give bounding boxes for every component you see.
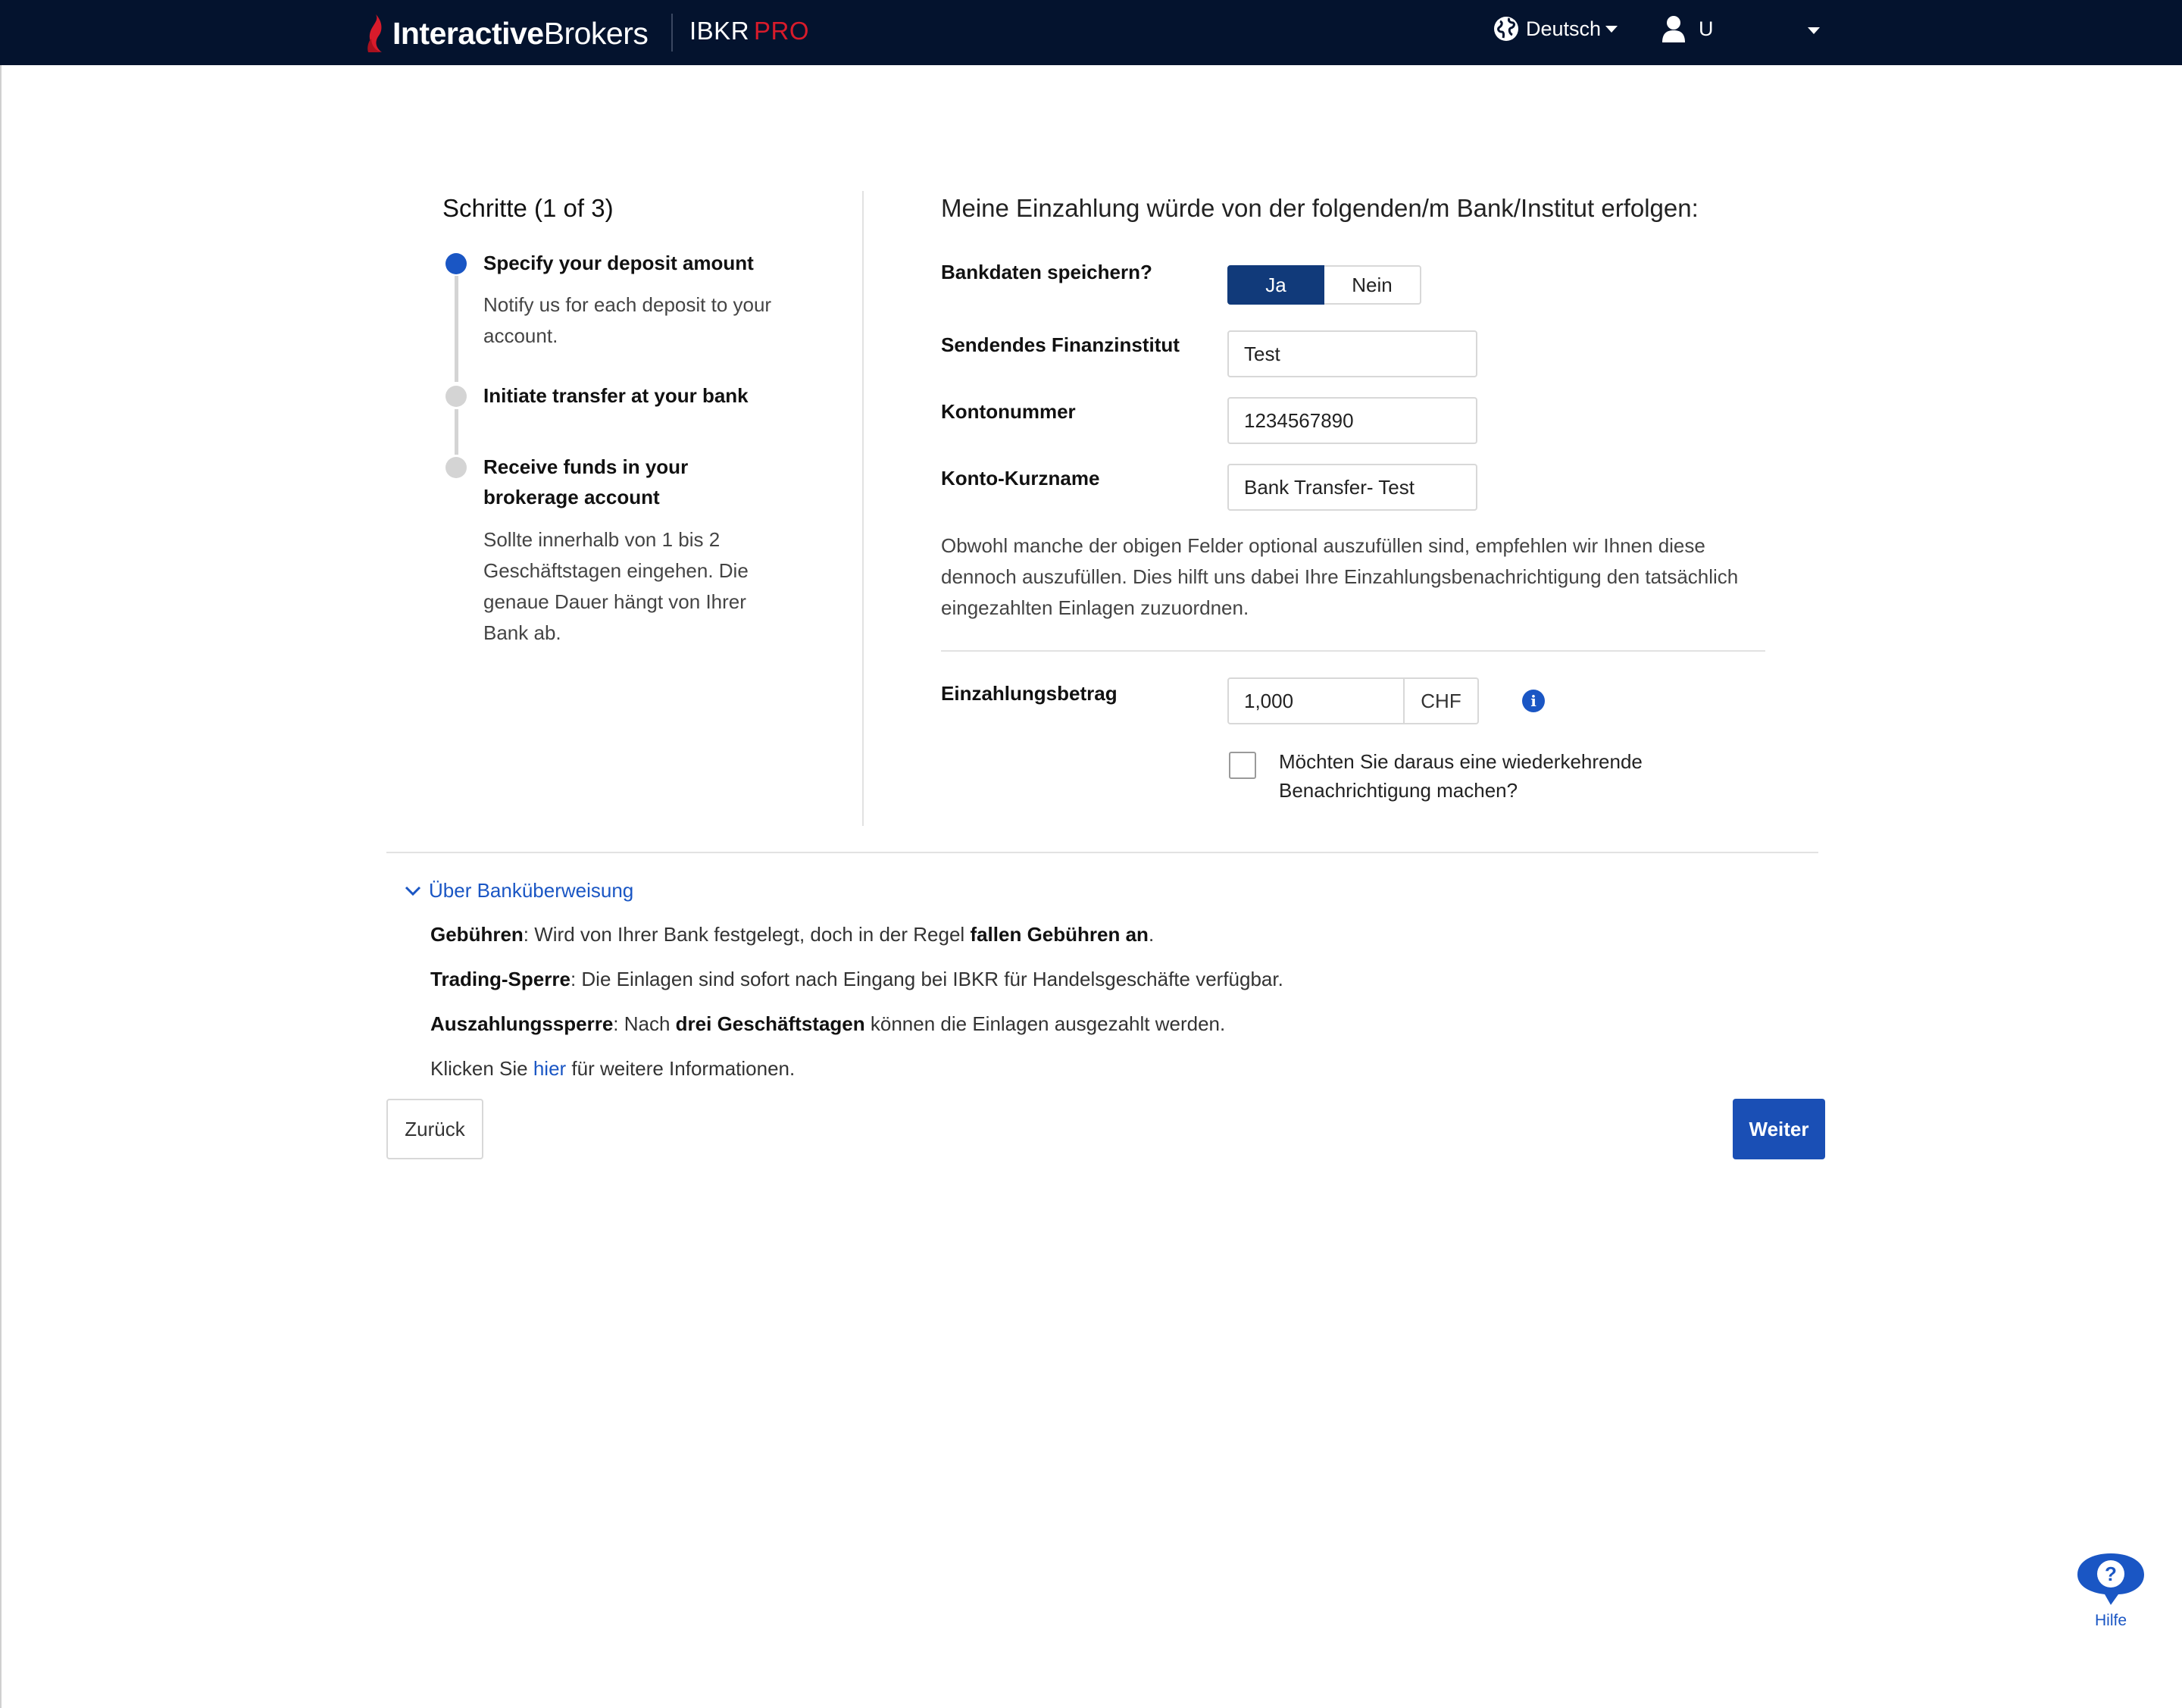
save-bank-toggle: Ja Nein: [1227, 265, 1421, 305]
step-connector: [455, 409, 458, 455]
about-bank-transfer-toggle[interactable]: Über Banküberweisung: [405, 879, 633, 902]
deposit-amount-label: Einzahlungsbetrag: [941, 682, 1118, 705]
chevron-down-icon: [405, 886, 421, 896]
back-button[interactable]: Zurück: [386, 1099, 483, 1159]
user-menu[interactable]: U: [1661, 15, 1714, 42]
language-label: Deutsch: [1526, 17, 1602, 40]
about-toggle-label: Über Banküberweisung: [429, 879, 634, 902]
column-divider: [862, 191, 864, 826]
next-button[interactable]: Weiter: [1733, 1099, 1825, 1159]
step-2-title: Initiate transfer at your bank: [483, 384, 749, 407]
info-icon[interactable]: i: [1522, 690, 1545, 712]
recurring-label[interactable]: Möchten Sie daraus eine wiederkehrende B…: [1279, 747, 1703, 805]
user-label: U: [1699, 17, 1714, 40]
step-1-title: Specify your deposit amount: [483, 252, 754, 274]
step-2-indicator: [445, 386, 467, 407]
recurring-checkbox[interactable]: [1229, 752, 1256, 779]
fees-line: Gebühren: Wird von Ihrer Bank festgelegt…: [430, 923, 1155, 946]
institution-input[interactable]: Test: [1227, 330, 1477, 377]
account-shortname-input[interactable]: Bank Transfer- Test: [1227, 464, 1477, 511]
chevron-down-icon: [1605, 25, 1618, 33]
section-divider: [386, 852, 1818, 853]
step-1-indicator: [445, 253, 467, 274]
steps-title: Schritte (1 of 3): [442, 194, 614, 222]
trading-lock-line: Trading-Sperre: Die Einlagen sind sofort…: [430, 968, 1283, 990]
more-info-link[interactable]: hier: [533, 1057, 566, 1080]
user-icon: [1662, 16, 1685, 42]
institution-label: Sendendes Finanzinstitut: [941, 333, 1180, 356]
user-menu-chevron-icon[interactable]: [1808, 27, 1820, 34]
deposit-amount-group: 1,000 CHF: [1227, 677, 1479, 724]
step-3-title: Receive funds in your brokerage account: [483, 455, 689, 508]
account-number-label: Kontonummer: [941, 400, 1076, 423]
svg-text:?: ?: [2105, 1563, 2117, 1585]
brand-name: InteractiveBrokers: [392, 15, 649, 51]
save-bank-label: Bankdaten speichern?: [941, 261, 1152, 283]
deposit-amount-input[interactable]: 1,000: [1227, 677, 1405, 724]
toggle-no-button[interactable]: Nein: [1324, 265, 1421, 305]
ib-logo[interactable]: InteractiveBrokers: [365, 11, 649, 56]
form-heading: Meine Einzahlung würde von der folgenden…: [941, 194, 1699, 222]
step-connector: [455, 276, 458, 382]
top-navbar: InteractiveBrokers IBKR PRO Deutsch U: [0, 0, 2182, 65]
optional-fields-note: Obwohl manche der obigen Felder optional…: [941, 534, 1739, 619]
step-3-indicator: [445, 457, 467, 478]
flame-icon: [367, 14, 382, 52]
step-1-description: Notify us for each deposit to your accou…: [483, 293, 772, 347]
currency-addon: CHF: [1405, 677, 1479, 724]
form-divider: [941, 650, 1765, 652]
step-3-description: Sollte innerhalb von 1 bis 2 Geschäftsta…: [483, 528, 749, 644]
help-label: Hilfe: [2094, 1612, 2127, 1629]
account-shortname-label: Konto-Kurzname: [941, 467, 1100, 490]
globe-icon: [1494, 17, 1518, 41]
navbar-divider: [671, 14, 673, 52]
help-icon: ?: [2077, 1553, 2144, 1605]
toggle-yes-button[interactable]: Ja: [1227, 265, 1324, 305]
more-info-line: Klicken Sie hier für weitere Information…: [430, 1057, 796, 1080]
help-widget[interactable]: ? Hilfe: [2074, 1550, 2147, 1630]
product-name: IBKR PRO: [689, 17, 810, 45]
withdrawal-lock-line: Auszahlungssperre: Nach drei Geschäftsta…: [430, 1012, 1226, 1035]
account-number-input[interactable]: 1234567890: [1227, 397, 1477, 444]
window-edge: [0, 65, 2, 1708]
language-selector[interactable]: Deutsch: [1493, 15, 1618, 42]
